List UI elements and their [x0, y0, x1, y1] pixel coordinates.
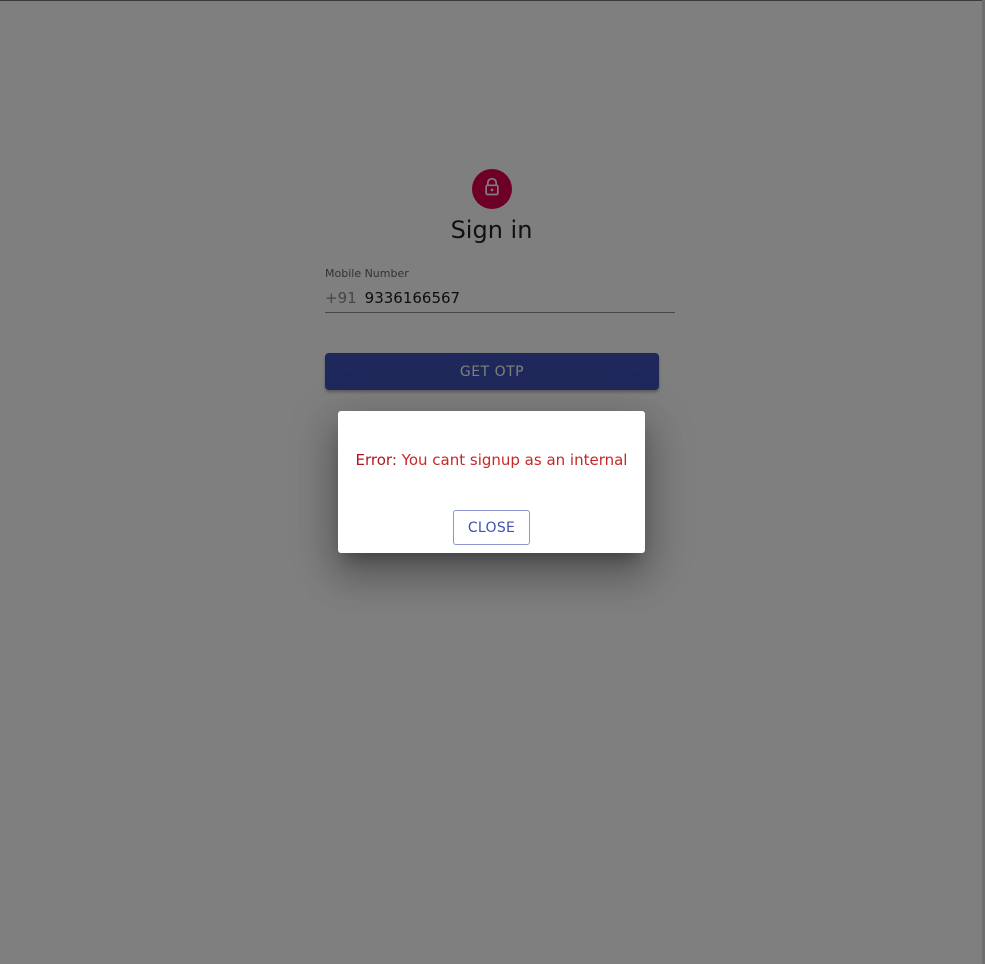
close-button[interactable]: CLOSE	[453, 510, 530, 545]
error-message: Error: You cant signup as an internal	[338, 451, 645, 469]
error-prefix: Error:	[355, 451, 397, 469]
error-dialog: Error: You cant signup as an internal CL…	[338, 411, 645, 553]
window-top-border	[0, 0, 985, 1]
error-text: You cant signup as an internal	[401, 451, 628, 469]
